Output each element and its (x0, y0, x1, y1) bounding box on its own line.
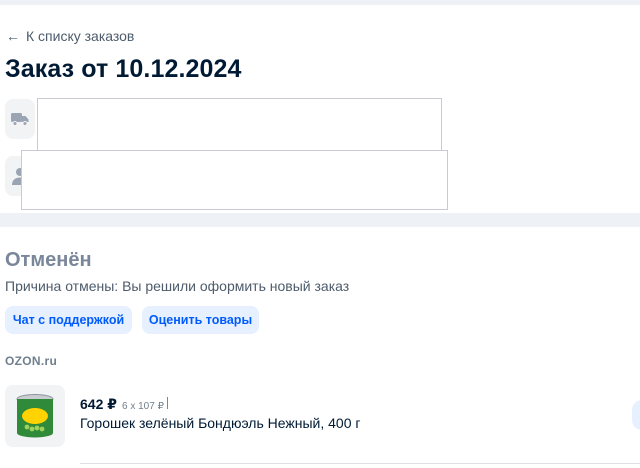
support-chat-button[interactable]: Чат с поддержкой (5, 306, 132, 334)
product-image (16, 394, 54, 438)
truck-icon (5, 99, 35, 139)
cancel-reason: Причина отмены: Вы решили оформить новый… (5, 278, 350, 294)
product-name[interactable]: Горошек зелёный Бондюэль Нежный, 400 г (80, 415, 361, 431)
redacted-delivery-info (37, 98, 442, 153)
product-quantity: 6 x 107 ₽ (122, 401, 164, 412)
price-row: 642 ₽ 6 x 107 ₽ (80, 396, 168, 413)
seller-name: OZON.ru (5, 354, 58, 368)
rate-products-button[interactable]: Оценить товары (142, 306, 259, 334)
order-status-card (0, 227, 640, 468)
text-cursor (166, 397, 168, 409)
product-action-button[interactable] (632, 400, 640, 430)
product-price: 642 ₽ (80, 396, 117, 412)
back-link-label: К списку заказов (26, 28, 135, 44)
redacted-recipient-info (21, 150, 448, 210)
back-to-orders-link[interactable]: ← К списку заказов (6, 27, 134, 45)
product-thumbnail[interactable] (5, 385, 65, 447)
page-title: Заказ от 10.12.2024 (5, 55, 242, 83)
order-status: Отменён (5, 249, 92, 271)
arrow-left-icon: ← (6, 28, 20, 44)
divider (80, 463, 640, 464)
